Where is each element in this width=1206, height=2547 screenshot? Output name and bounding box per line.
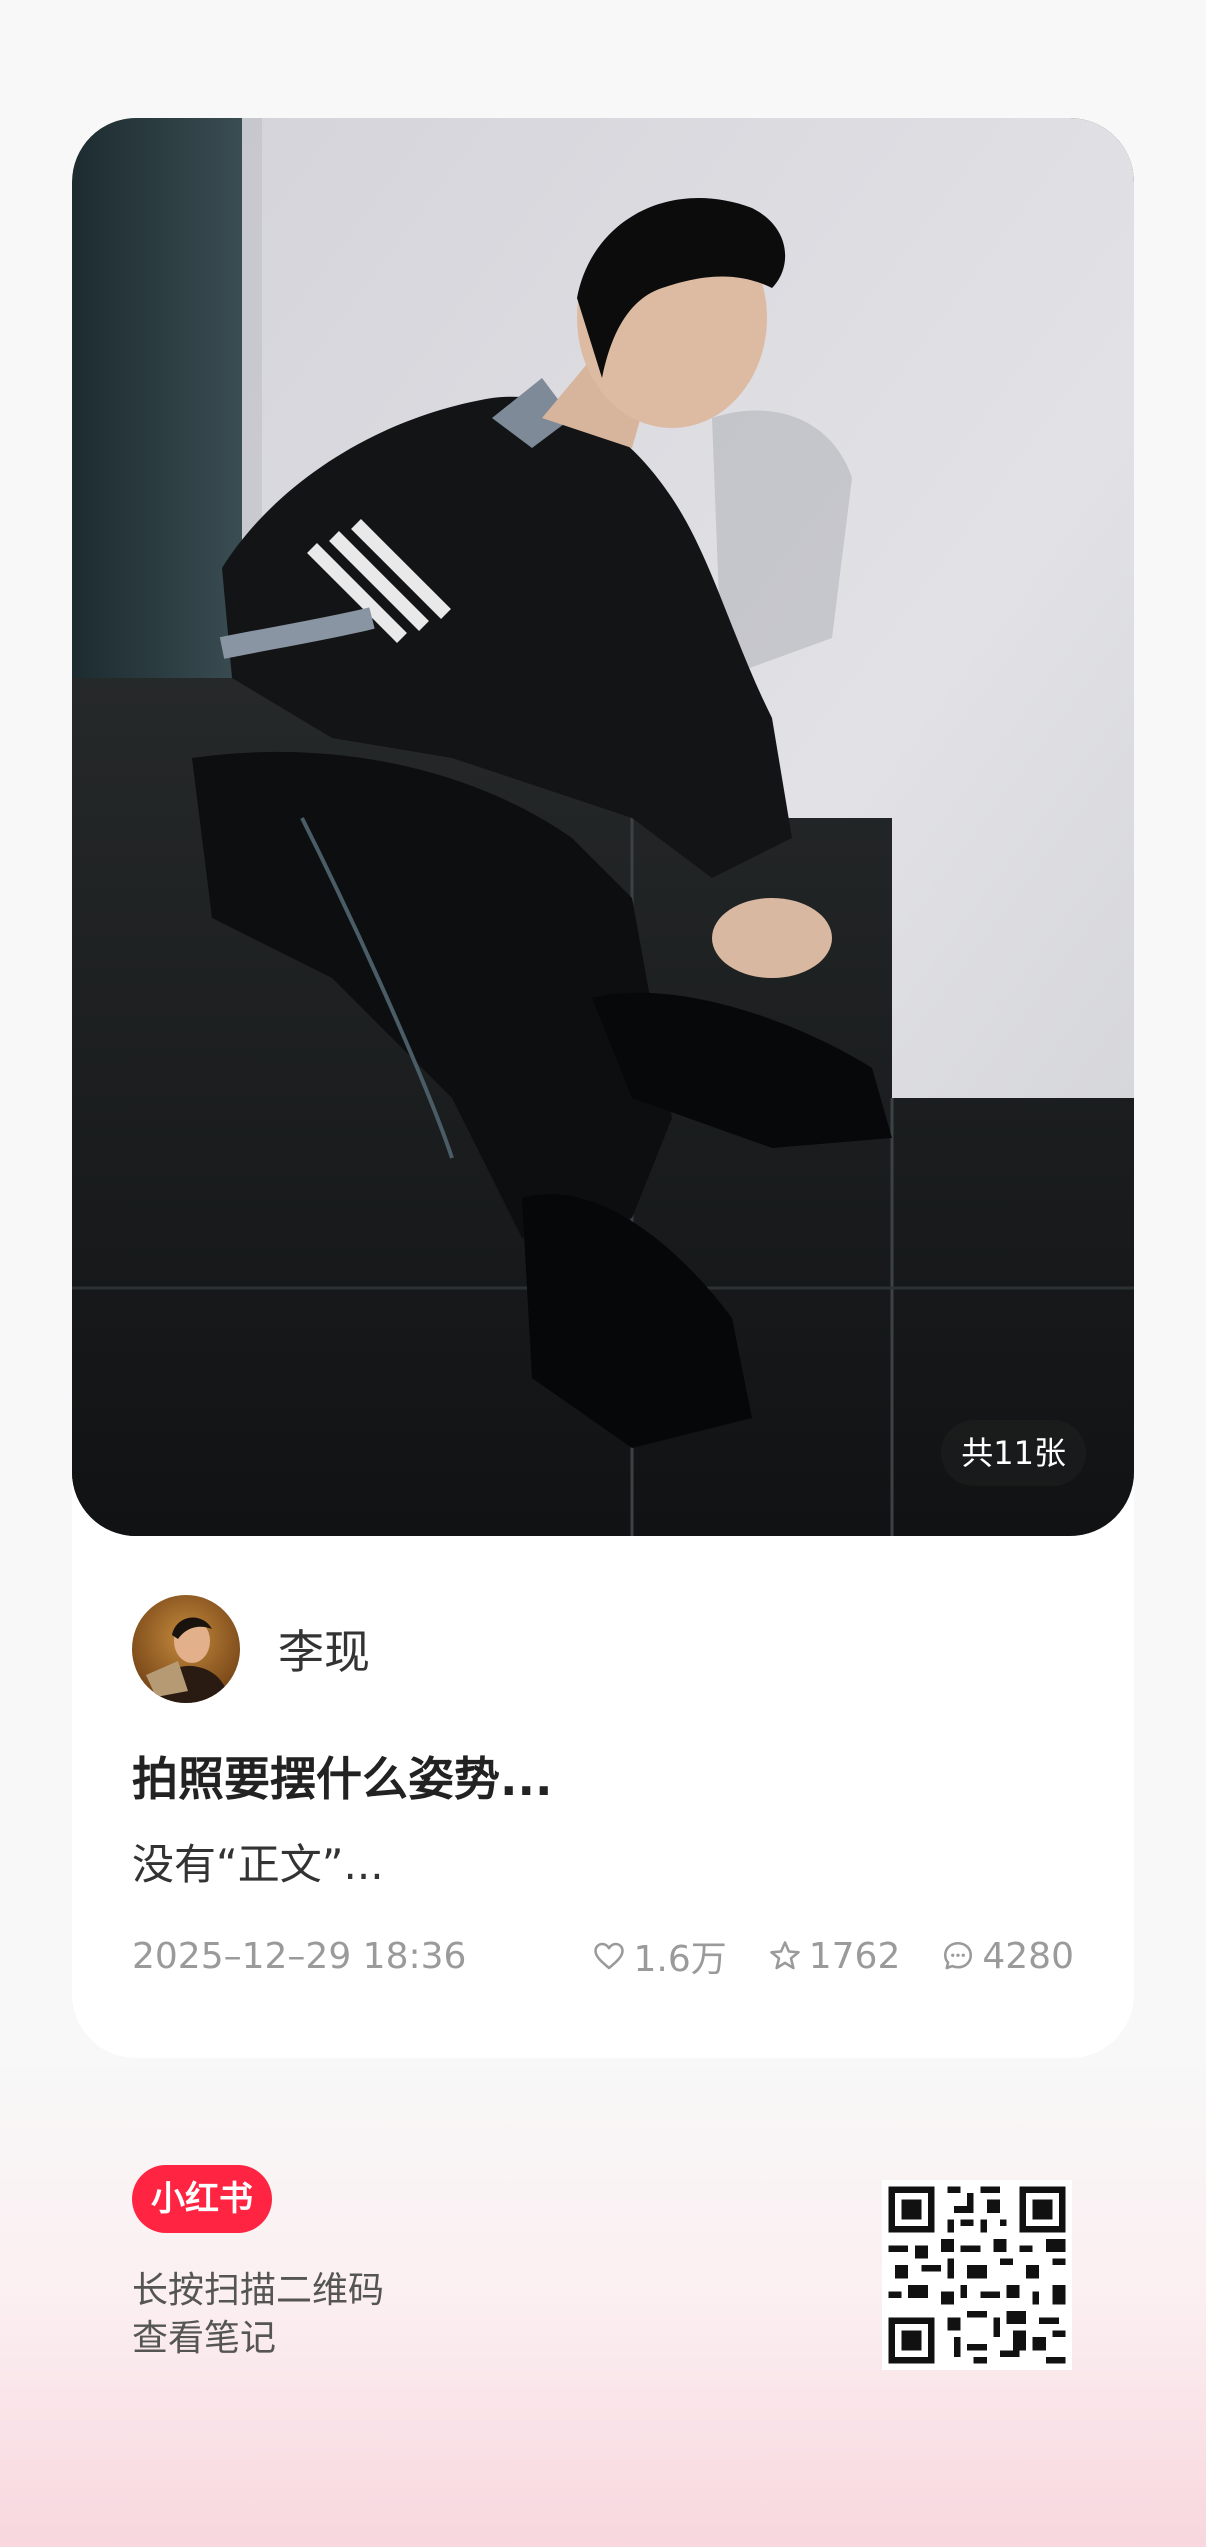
- like-count: 1.6万: [633, 1939, 727, 1980]
- footer-info: 小红书 长按扫描二维码 查看笔记: [132, 2165, 384, 2363]
- note-card[interactable]: 共11张 李现 拍照要摆什么姿势... 没有“正文”... 2025–12–29…: [72, 118, 1134, 2058]
- author-row[interactable]: 李现: [132, 1595, 370, 1703]
- author-avatar[interactable]: [132, 1595, 240, 1703]
- post-title: 拍照要摆什么姿势...: [132, 1752, 553, 1806]
- post-photo[interactable]: 共11张: [72, 118, 1134, 1536]
- scan-instruction: 长按扫描二维码: [132, 2270, 385, 2311]
- author-name[interactable]: 李现: [278, 1616, 370, 1682]
- view-note-text: 查看笔记: [132, 2318, 277, 2359]
- post-body: 没有“正文”...: [132, 1840, 384, 1889]
- comment-count: 4280: [982, 1935, 1074, 1977]
- photo-image: [72, 118, 1134, 1536]
- like-stat[interactable]: 1.6万: [591, 1930, 727, 1982]
- xiaohongshu-logo: 小红书: [132, 2165, 272, 2233]
- heart-icon: [594, 1942, 625, 1970]
- star-icon: [769, 1941, 800, 1970]
- post-date: 2025–12–29 18:36: [132, 1935, 467, 1977]
- user-avatar-icon: [132, 1595, 240, 1703]
- comment-stat[interactable]: 4280: [940, 1936, 1074, 1977]
- comment-icon: [944, 1941, 973, 1970]
- qr-code-graphic: [882, 2180, 1072, 2370]
- meta-row: 2025–12–29 18:36 1.6万 1762 4280: [132, 1928, 1074, 1984]
- photo-count-badge: 共11张: [941, 1420, 1086, 1486]
- star-stat[interactable]: 1762: [767, 1935, 901, 1977]
- qr-code-icon[interactable]: [882, 2180, 1072, 2370]
- star-count: 1762: [808, 1935, 901, 1977]
